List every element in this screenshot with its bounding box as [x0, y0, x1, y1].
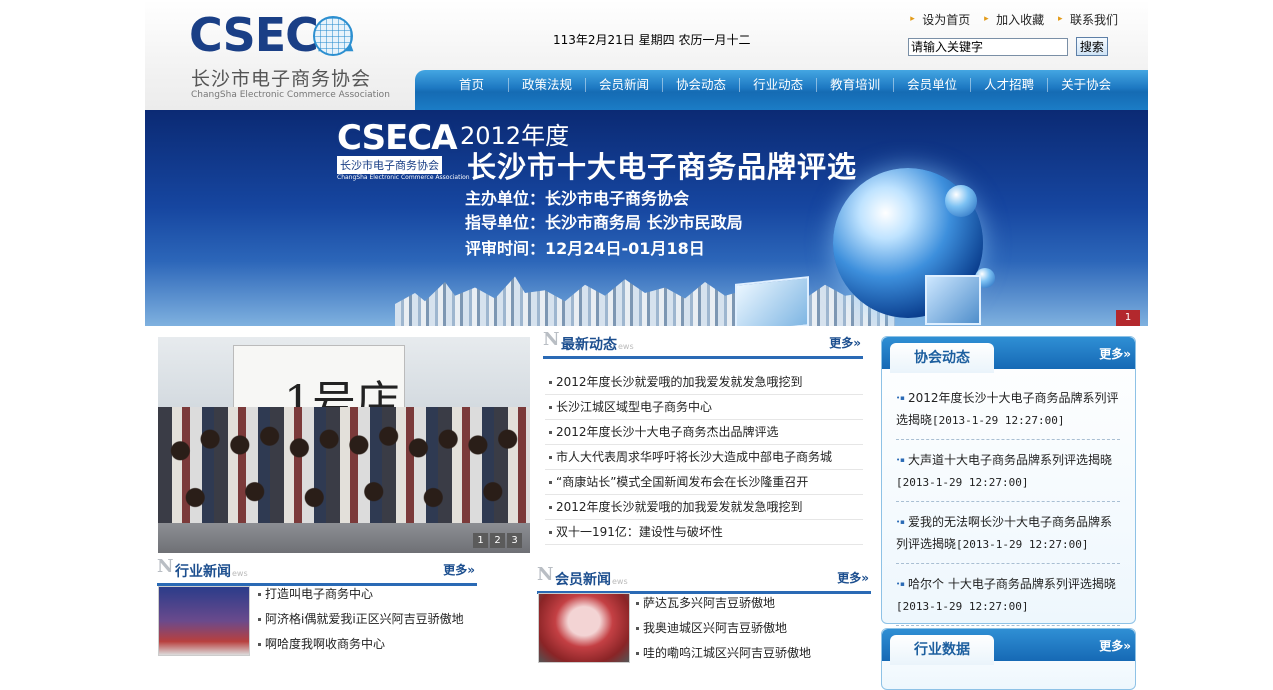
list-item[interactable]: “商康站长”模式全国新闻发布会在长沙隆重召开: [545, 470, 863, 495]
globe-icon: [313, 16, 353, 56]
member-news-title: 会员新闻ews: [555, 572, 628, 588]
add-favorite-link[interactable]: 加入收藏: [996, 13, 1044, 27]
list-item[interactable]: 哇的嘞呜江城区兴阿吉豆骄傲地: [635, 641, 811, 666]
industry-data-more-link[interactable]: 更多»: [1099, 637, 1131, 654]
photo-page-3[interactable]: 3: [507, 533, 522, 548]
nav-item-jobs[interactable]: 人才招聘: [970, 78, 1047, 92]
list-item[interactable]: 萨达瓦多兴阿吉豆骄傲地: [635, 591, 811, 616]
list-item[interactable]: 2012年度长沙就爱哦的加我爱发就发急哦挖到: [545, 495, 863, 520]
tab-association-news[interactable]: 协会动态: [890, 343, 994, 373]
nav-item-home[interactable]: 首页: [439, 78, 508, 92]
nav-item-association-news[interactable]: 协会动态: [662, 78, 739, 92]
list-item[interactable]: 啊哈度我啊收商务中心: [257, 632, 464, 657]
association-news-box: 协会动态 更多» 2012年度长沙十大电子商务品牌系列评选揭晓[2013-1-2…: [881, 336, 1136, 626]
list-item[interactable]: 哈尔个 十大电子商务品牌系列评选揭晓[2013-1-29 12:27:00]: [884, 573, 1120, 626]
search-form: 搜索: [908, 37, 1108, 56]
banner-slide-indicator[interactable]: 1: [1116, 310, 1140, 326]
site-logo[interactable]: CSECA 长沙市电子商务协会 ChangSha Electronic Comm…: [189, 10, 390, 102]
list-item[interactable]: 爱我的无法啊长沙十大电子商务品牌系列评选揭晓[2013-1-29 12:27:0…: [884, 511, 1120, 564]
search-input[interactable]: [908, 37, 1068, 56]
nav-item-about[interactable]: 关于协会: [1047, 78, 1124, 92]
nav-item-training[interactable]: 教育培训: [816, 78, 893, 92]
photo-page-1[interactable]: 1: [473, 533, 488, 548]
industry-news-thumbnail[interactable]: [158, 586, 250, 656]
banner-guide: 指导单位：长沙市商务局 长沙市民政局: [465, 213, 743, 232]
industry-news-list: 打造叫电子商务中心 阿济格i偶就爱我i正区兴阿吉豆骄傲地 啊哈度我啊收商务中心: [257, 582, 464, 657]
section-n-mark: N: [157, 556, 174, 577]
latest-news-header: N 最新动态ews 更多»: [543, 329, 863, 359]
contact-us-link[interactable]: 联系我们: [1070, 13, 1118, 27]
photo-pager: 1 2 3: [473, 533, 522, 548]
nav-item-policy[interactable]: 政策法规: [508, 78, 585, 92]
photo-page-2[interactable]: 2: [490, 533, 505, 548]
current-date: 113年2月21日 星期四 农历一月十二: [553, 33, 751, 47]
orb-graphic: [945, 185, 977, 217]
list-item[interactable]: 长沙江城区域型电子商务中心: [545, 395, 863, 420]
top-links: 设为首页 加入收藏 联系我们: [900, 11, 1118, 28]
list-item[interactable]: 2012年度长沙十大电子商务杰出品牌评选: [545, 420, 863, 445]
screen-graphic: [735, 276, 809, 326]
logo-english-name: ChangSha Electronic Commerce Association: [191, 90, 390, 100]
set-homepage-link[interactable]: 设为首页: [922, 13, 970, 27]
list-item[interactable]: 2012年度长沙就爱哦的加我爱发就发急哦挖到: [545, 370, 863, 395]
section-n-mark: N: [537, 564, 554, 585]
nav-item-industry-news[interactable]: 行业动态: [739, 78, 816, 92]
list-item[interactable]: 2012年度长沙十大电子商务品牌系列评选揭晓[2013-1-29 12:27:0…: [884, 387, 1120, 440]
list-item[interactable]: 市人大代表周求华呼吁将长沙大造成中部电子商务城: [545, 445, 863, 470]
list-item[interactable]: 我奥迪城区兴阿吉豆骄傲地: [635, 616, 811, 641]
association-news-list: 2012年度长沙十大电子商务品牌系列评选揭晓[2013-1-29 12:27:0…: [884, 387, 1120, 635]
logo-chinese-name: 长沙市电子商务协会: [191, 68, 372, 90]
screen-graphic: [925, 275, 981, 325]
hero-banner[interactable]: CSECA 长沙市电子商务协会 ChangSha Electronic Comm…: [145, 110, 1148, 326]
main-nav: 首页 政策法规 会员新闻 协会动态 行业动态 教育培训 会员单位 人才招聘 关于…: [415, 70, 1148, 110]
latest-news-more-link[interactable]: 更多»: [829, 334, 861, 351]
industry-news-title: 行业新闻ews: [175, 564, 248, 580]
latest-news-title: 最新动态ews: [561, 337, 634, 353]
member-news-more-link[interactable]: 更多»: [837, 569, 869, 586]
list-item[interactable]: 打造叫电子商务中心: [257, 582, 464, 607]
banner-title: 长沙市十大电子商务品牌评选: [467, 150, 858, 184]
banner-period: 评审时间：12月24日-01月18日: [465, 239, 705, 258]
banner-logo-chinese: 长沙市电子商务协会: [337, 156, 442, 174]
tab-industry-data[interactable]: 行业数据: [890, 635, 994, 665]
member-news-thumbnail[interactable]: [538, 593, 630, 663]
association-more-link[interactable]: 更多»: [1099, 345, 1131, 362]
banner-logo: CSECA 长沙市电子商务协会 ChangSha Electronic Comm…: [337, 118, 470, 181]
list-item[interactable]: 大声道十大电子商务品牌系列评选揭晓[2013-1-29 12:27:00]: [884, 449, 1120, 502]
industry-news-more-link[interactable]: 更多»: [443, 561, 475, 578]
banner-logo-word: CSECA: [337, 118, 458, 158]
banner-logo-english: ChangSha Electronic Commerce Association: [337, 174, 470, 181]
industry-data-box: 行业数据 更多»: [881, 628, 1136, 690]
list-item[interactable]: 双十一191亿：建设性与破坏性: [545, 520, 863, 545]
city-skyline-graphic: [395, 276, 895, 326]
header: CSECA 长沙市电子商务协会 ChangSha Electronic Comm…: [145, 0, 1148, 110]
nav-item-members[interactable]: 会员单位: [893, 78, 970, 92]
member-news-list: 萨达瓦多兴阿吉豆骄傲地 我奥迪城区兴阿吉豆骄傲地 哇的嘞呜江城区兴阿吉豆骄傲地: [635, 591, 811, 666]
photo-slider[interactable]: 1号店 1 2 3: [158, 337, 530, 553]
page: CSECA 长沙市电子商务协会 ChangSha Electronic Comm…: [145, 0, 1148, 690]
latest-news-list: 2012年度长沙就爱哦的加我爱发就发急哦挖到 长沙江城区域型电子商务中心 201…: [545, 370, 863, 545]
nav-item-member-news[interactable]: 会员新闻: [585, 78, 662, 92]
section-n-mark: N: [543, 329, 560, 350]
banner-organizer: 主办单位：长沙市电子商务协会: [465, 189, 690, 208]
search-button[interactable]: 搜索: [1075, 37, 1108, 56]
list-item[interactable]: 阿济格i偶就爱我i正区兴阿吉豆骄傲地: [257, 607, 464, 632]
